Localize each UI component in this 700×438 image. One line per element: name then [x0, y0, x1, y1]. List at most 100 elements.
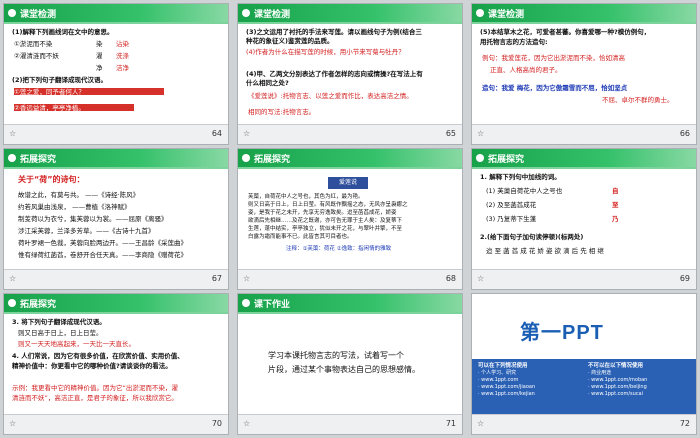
slide-68[interactable]: 拓展探究 爱莲说 芙蕖，自荷花中人之号也，其色为红，最为艳。 则又日高于日上，日…	[237, 148, 463, 290]
slide-header: 课堂检测	[4, 4, 228, 22]
slide-line: (4)作者为什么在描写莲的时候，用小节来写菊与牡丹？	[246, 48, 405, 56]
slide-content: 拓展探究 关于“荷”的诗句： 故谱之此，有莫与共。 ——《诗经·陈风》 约若风巢…	[4, 149, 228, 271]
slide-header: 课堂检测	[472, 4, 696, 22]
header-dot-icon	[8, 299, 16, 307]
slide-footer: ☆ 65	[238, 124, 462, 144]
slide-header: 拓展探究	[4, 149, 228, 167]
animation-icon[interactable]: ☆	[243, 419, 250, 428]
answer: 至	[612, 201, 619, 209]
slide-64[interactable]: 课堂检测 (1)解释下列画线词在文中的意思。 ①淤泥而不染 ②濯清涟而不妖 染 …	[3, 3, 229, 145]
usage-allowed-column: 可以在下列情况使用 · 个人学习、研究 · www.1ppt.com · www…	[478, 363, 578, 398]
animation-icon[interactable]: ☆	[477, 419, 484, 428]
usage-link[interactable]: · www.1ppt.com/moban	[588, 377, 688, 384]
header-divider	[472, 167, 696, 169]
slide-content: 拓展探究 1. 解释下列句中加线的词。 (1) 芙蕖自荷花中人之号也 (2) 及…	[472, 149, 696, 271]
header-dot-icon	[476, 9, 484, 17]
slide-line: 约若风巢由浅泉， ——曹植《洛神赋》	[18, 203, 131, 211]
slide-title: 课堂检测	[20, 10, 57, 20]
slide-70[interactable]: 拓展探究 3. 将下列句子翻译成现代汉语。 则又日高于日上，日上日莹。 则又一天…	[3, 293, 229, 435]
slide-footer: ☆ 72	[472, 414, 696, 434]
usage-link[interactable]: · www.1ppt.com/beijing	[588, 384, 688, 391]
header-dot-icon	[8, 154, 16, 162]
animation-icon[interactable]: ☆	[243, 274, 250, 283]
slide-footer: ☆ 69	[472, 269, 696, 289]
annotation: 濯	[96, 52, 103, 60]
usage-link[interactable]: · www.1ppt.com/sucai	[588, 391, 688, 398]
slide-number: 69	[679, 274, 690, 283]
slide-number: 70	[211, 419, 222, 428]
slide-71[interactable]: 课下作业 学习本课托物言志的写法，试着写一个 片段，通过某个事物表达自己的思想感…	[237, 293, 463, 435]
slide-line: (3)之文运用了衬托的手法来写莲。请以画线句子为例(结合三	[246, 28, 422, 36]
slide-header: 课下作业	[238, 294, 462, 312]
usage-forbidden-title: 不可以在以下情况使用	[588, 363, 644, 369]
header-divider	[4, 167, 228, 169]
usage-line: · 个人学习、研究	[478, 370, 517, 376]
animation-icon[interactable]: ☆	[243, 129, 250, 138]
usage-link[interactable]: · www.1ppt.com/kejian	[478, 391, 578, 398]
slide-72[interactable]: 第一PPT 可以在下列情况使用 · 个人学习、研究 · www.1ppt.com…	[471, 293, 697, 435]
slide-footer: ☆ 68	[238, 269, 462, 289]
slide-line: (2)把下列句子翻译成现代汉语。	[12, 76, 107, 84]
slide-66[interactable]: 课堂检测 (5)本结草木之花，可爱者甚蕃。你喜爱哪一种?模仿例句， 用托物言志的…	[471, 3, 697, 145]
slide-line: 《爱莲说》:托物言志、以莲之爱而作比，表达高洁之情。	[248, 92, 413, 100]
slide-line: 例句：我爱莲花，因为它出淤泥而不染，恰如清高	[482, 54, 625, 62]
slide-line: (4)甲、乙两文分别表达了作者怎样的志向或情操?在写法上有	[246, 70, 423, 78]
slide-grid: 课堂检测 (1)解释下列画线词在文中的意思。 ①淤泥而不染 ②濯清涟而不妖 染 …	[3, 3, 697, 435]
slide-69[interactable]: 拓展探究 1. 解释下列句中加线的词。 (1) 芙蕖自荷花中人之号也 (2) 及…	[471, 148, 697, 290]
animation-icon[interactable]: ☆	[477, 129, 484, 138]
animation-icon[interactable]: ☆	[9, 419, 16, 428]
slide-title: 课堂检测	[488, 10, 525, 20]
header-divider	[4, 312, 228, 314]
slide-line: 示例：我更看中它的精神价值。因为它“出淤泥而不染，濯	[12, 384, 178, 392]
slide-title: 拓展探究	[20, 155, 57, 165]
slide-line: (5)本结草木之花，可爱者甚蕃。你喜爱哪一种?模仿例句，	[480, 28, 651, 36]
header-dot-icon	[242, 9, 250, 17]
header-dot-icon	[476, 154, 484, 162]
slide-footer: ☆ 71	[238, 414, 462, 434]
slide-line: 则又日高于日上，日上日莹。	[18, 329, 103, 337]
header-dot-icon	[242, 299, 250, 307]
answer: 自	[612, 187, 619, 195]
animation-icon[interactable]: ☆	[477, 274, 484, 283]
slide-line: 用托物言志的方法造句:	[480, 38, 548, 46]
slide-footer: ☆ 64	[4, 124, 228, 144]
slide-line: 2.(给下面句子加句读停顿)(标两处)	[480, 233, 584, 241]
slide-number: 66	[679, 129, 690, 138]
slide-content: 课堂检测 (3)之文运用了衬托的手法来写莲。请以画线句子为例(结合三 种花的象征…	[238, 4, 462, 126]
slide-line: ②濯清涟而不妖	[14, 52, 59, 60]
slide-content: 拓展探究 爱莲说 芙蕖，自荷花中人之号也，其色为红，最为艳。 则又日高于日上，日…	[238, 149, 462, 271]
slide-line: 4. 人们常说，因为它有很多价值，在欣赏价值、实用价值、	[12, 352, 184, 360]
slide-line: 生莲，蓬中结实，亭亭独立，犹似未开之花，与翠叶并擎，不至	[248, 226, 403, 232]
slide-line: ②香远益清，亭亭净植。	[14, 104, 85, 112]
header-divider	[472, 22, 696, 24]
header-divider	[238, 312, 462, 314]
header-divider	[238, 22, 462, 24]
slide-number: 72	[679, 419, 690, 428]
slide-line: 制芰荷以为衣兮，集芙蓉以为裳。——屈原《离骚》	[18, 215, 168, 223]
usage-link[interactable]: · www.1ppt.com	[478, 377, 578, 384]
slide-line: 正直、人格高尚的君子。	[490, 66, 562, 74]
animation-icon[interactable]: ☆	[9, 129, 16, 138]
usage-allowed-title: 可以在下列情况使用	[478, 363, 528, 369]
usage-line: · 商业用途	[588, 370, 612, 376]
usage-link[interactable]: · www.1ppt.com/jiaoan	[478, 384, 578, 391]
slide-content: 课下作业 学习本课托物言志的写法，试着写一个 片段，通过某个事物表达自己的思想感…	[238, 294, 462, 416]
slide-line: 惟有绿荷红菡萏，卷舒开合任天真。——李商隐《赠荷花》	[18, 251, 187, 259]
slide-line: 则又一天天地高起来，一天比一天直长。	[18, 340, 135, 348]
answer: 乃	[612, 215, 619, 223]
slide-content: 课堂检测 (1)解释下列画线词在文中的意思。 ①淤泥而不染 ②濯清涟而不妖 染 …	[4, 4, 228, 126]
header-dot-icon	[8, 9, 16, 17]
slide-line: 种花的象征义)鉴赏莲的品质。	[246, 37, 334, 45]
slide-line: 3. 将下列句子翻译成现代汉语。	[12, 318, 106, 326]
slide-line: 片段，通过某个事物表达自己的思想感情。	[268, 365, 420, 374]
slide-67[interactable]: 拓展探究 关于“荷”的诗句： 故谱之此，有莫与共。 ——《诗经·陈风》 约若风巢…	[3, 148, 229, 290]
slide-65[interactable]: 课堂检测 (3)之文运用了衬托的手法来写莲。请以画线句子为例(结合三 种花的象征…	[237, 3, 463, 145]
animation-icon[interactable]: ☆	[9, 274, 16, 283]
header-divider	[238, 167, 462, 169]
slide-number: 65	[445, 129, 456, 138]
annotation: 染	[96, 40, 103, 48]
slide-line: (1)解释下列画线词在文中的意思。	[12, 28, 114, 36]
slide-line: 涉江采芙蓉，兰泽多芳草。——《古诗十九首》	[18, 227, 155, 235]
slide-line: (2) 及至菡萏成花	[486, 201, 537, 209]
answer: 沾染	[116, 40, 129, 48]
